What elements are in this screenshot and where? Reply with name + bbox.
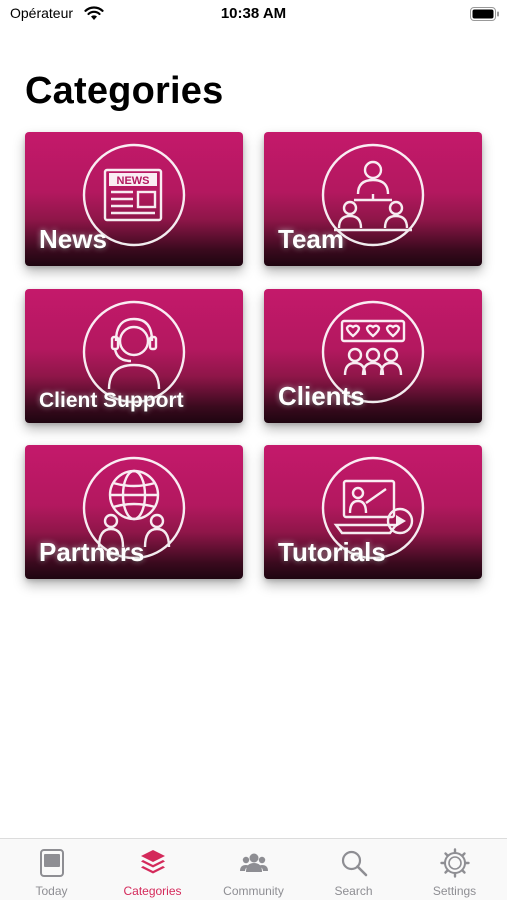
category-label-partners: Partners	[39, 537, 145, 567]
status-bar: Opérateur 10:38 AM	[0, 0, 507, 30]
category-label-news: News	[39, 224, 107, 254]
category-card-partners[interactable]: Partners	[25, 445, 243, 579]
tab-label-community: Community	[223, 884, 284, 898]
tab-bar: Today Categories Community Search Settin…	[0, 838, 507, 900]
category-card-client-support[interactable]: Client Support	[25, 289, 243, 423]
tab-label-settings: Settings	[432, 884, 477, 898]
today-icon	[40, 849, 64, 877]
category-label-clients: Clients	[278, 381, 365, 411]
tab-label-today: Today	[35, 884, 68, 898]
battery-icon	[470, 7, 499, 21]
news-art-text: NEWS	[117, 175, 150, 187]
tab-today[interactable]: Today	[1, 839, 102, 900]
tab-label-categories: Categories	[123, 884, 182, 898]
status-time: 10:38 AM	[220, 5, 287, 22]
category-card-tutorials[interactable]: Tutorials	[264, 445, 482, 579]
layers-icon	[141, 850, 165, 874]
category-label-team: Team	[278, 224, 344, 254]
tab-community[interactable]: Community	[203, 839, 304, 900]
tab-settings[interactable]: Settings	[404, 839, 505, 900]
category-card-team[interactable]: Team	[264, 132, 482, 266]
tab-search[interactable]: Search	[303, 839, 404, 900]
gear-icon	[440, 848, 470, 878]
page-title: Categories	[25, 70, 224, 112]
category-label-client-support: Client Support	[39, 389, 184, 412]
category-label-tutorials: Tutorials	[278, 537, 386, 567]
community-icon	[240, 853, 268, 872]
category-card-clients[interactable]: Clients	[264, 289, 482, 423]
tab-categories[interactable]: Categories	[102, 839, 203, 900]
search-icon	[341, 850, 368, 877]
category-card-news[interactable]: NEWS News	[25, 132, 243, 266]
tab-label-search: Search	[334, 884, 373, 898]
